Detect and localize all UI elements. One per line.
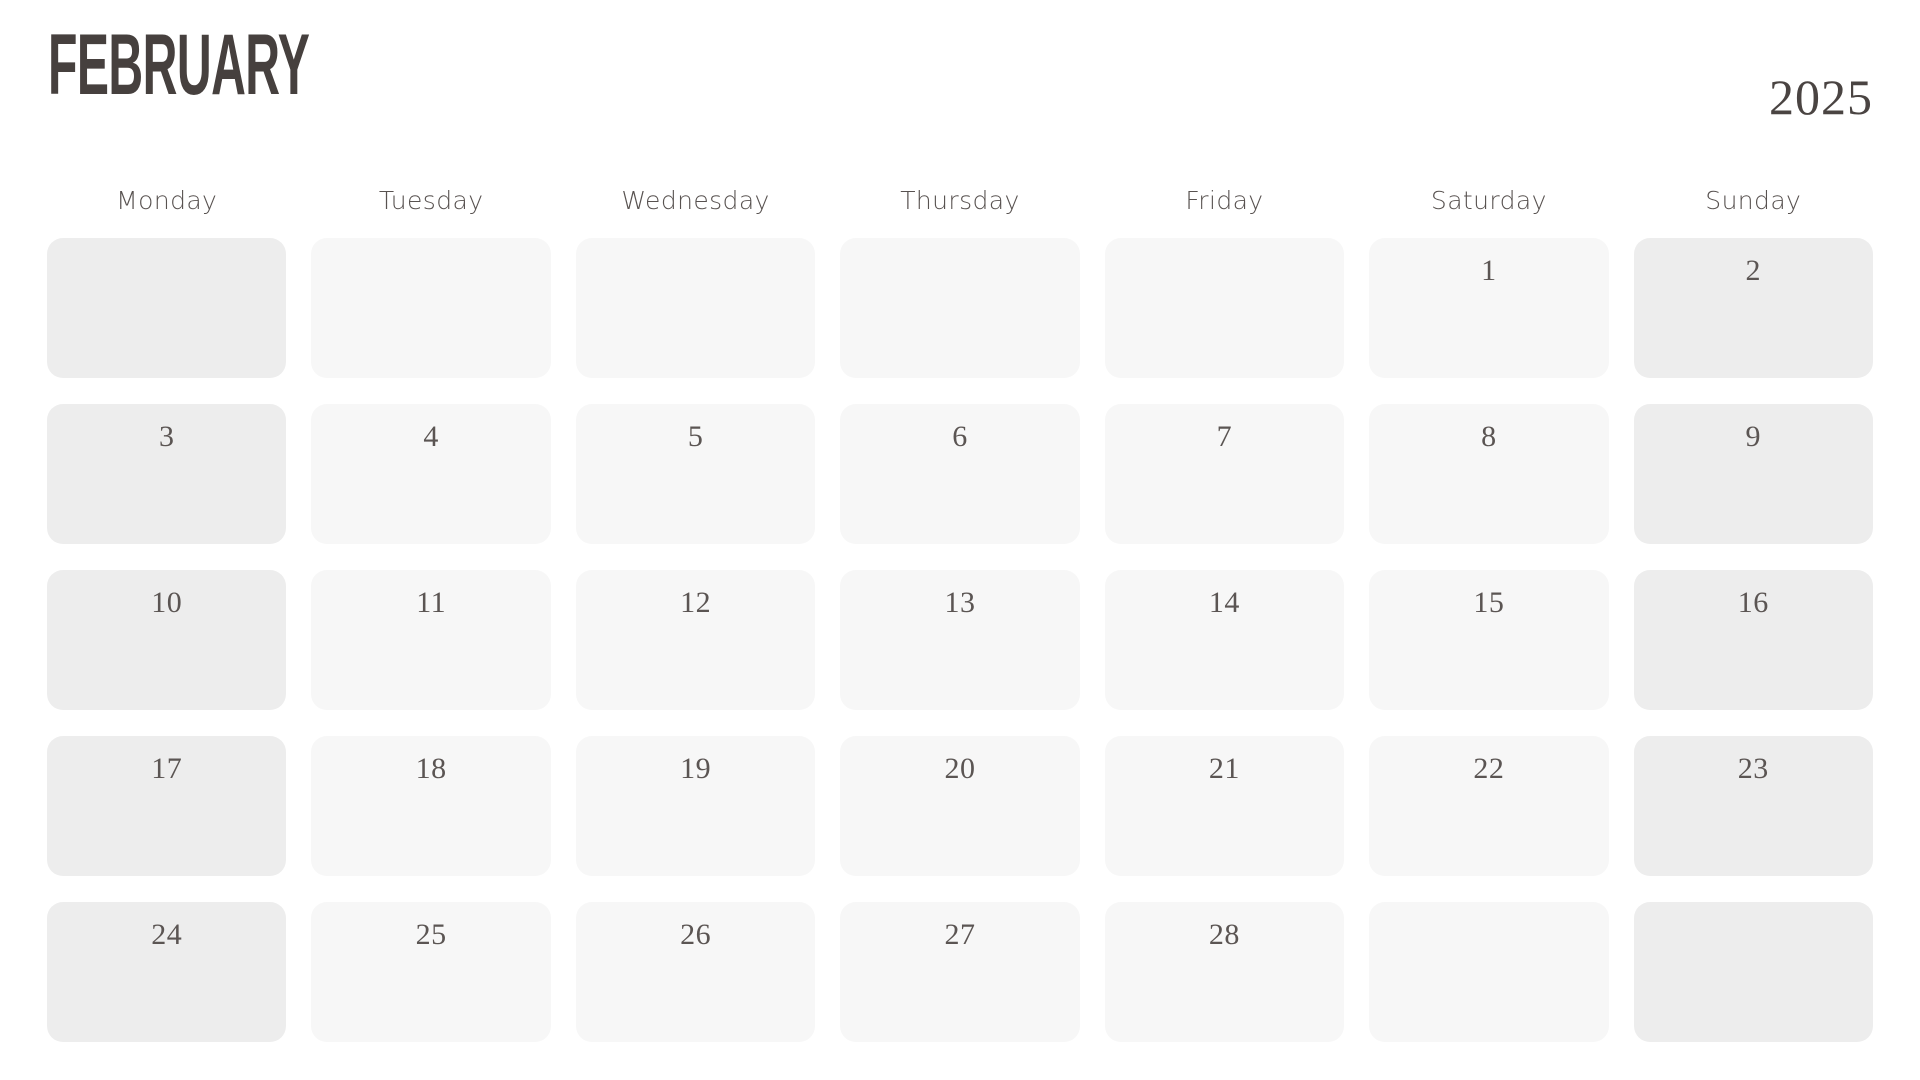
day-number: 20 bbox=[944, 752, 976, 785]
day-cell[interactable]: 20 bbox=[840, 736, 1080, 876]
day-number: 15 bbox=[1473, 586, 1505, 619]
day-number: 4 bbox=[423, 420, 439, 453]
day-cell[interactable]: 9 bbox=[1633, 404, 1873, 544]
day-cell-empty[interactable] bbox=[575, 238, 816, 378]
day-cell[interactable]: 5 bbox=[575, 404, 816, 544]
day-number: 21 bbox=[1208, 752, 1240, 785]
day-cell[interactable]: 10 bbox=[47, 570, 287, 710]
calendar-grid: 1 2 3 4 5 6 7 8 9 10 11 12 13 14 15 16 17 18 19 20 21 22 23 24 2… bbox=[47, 238, 1873, 1042]
day-cell-empty[interactable] bbox=[1633, 902, 1873, 1042]
day-number: 8 bbox=[1481, 420, 1497, 453]
day-number: 19 bbox=[680, 752, 712, 785]
day-cell[interactable]: 12 bbox=[575, 570, 816, 710]
day-cell-empty[interactable] bbox=[840, 238, 1080, 378]
day-cell[interactable]: 28 bbox=[1104, 902, 1345, 1042]
year-label: 2025 bbox=[1769, 69, 1873, 125]
weekday-header-thursday: Thursday bbox=[900, 186, 1020, 215]
day-number: 1 bbox=[1481, 254, 1497, 287]
day-cell[interactable]: 22 bbox=[1369, 736, 1609, 876]
day-cell[interactable]: 27 bbox=[840, 902, 1080, 1042]
weekday-header-row: Monday Tuesday Wednesday Thursday Friday Satu… bbox=[47, 182, 1873, 220]
weekday-header-monday: Monday bbox=[116, 186, 218, 215]
day-number: 22 bbox=[1473, 752, 1505, 785]
day-number: 24 bbox=[151, 918, 183, 951]
day-cell[interactable]: 11 bbox=[311, 570, 551, 710]
day-cell[interactable]: 1 bbox=[1369, 238, 1609, 378]
day-cell[interactable]: 3 bbox=[47, 404, 287, 544]
day-cell[interactable]: 15 bbox=[1369, 570, 1609, 710]
day-cell-empty[interactable] bbox=[311, 238, 551, 378]
day-number: 25 bbox=[415, 918, 447, 951]
day-number: 17 bbox=[151, 752, 183, 785]
day-cell[interactable]: 8 bbox=[1369, 404, 1609, 544]
weekday-header-saturday: Saturday bbox=[1430, 186, 1547, 215]
day-number: 16 bbox=[1737, 586, 1769, 619]
day-number: 14 bbox=[1208, 586, 1240, 619]
day-cell[interactable]: 21 bbox=[1104, 736, 1345, 876]
day-cell[interactable]: 23 bbox=[1633, 736, 1873, 876]
day-cell[interactable]: 24 bbox=[47, 902, 287, 1042]
day-number: 10 bbox=[151, 586, 183, 619]
day-cell[interactable]: 7 bbox=[1104, 404, 1345, 544]
weekday-header-tuesday: Tuesday bbox=[378, 186, 484, 215]
page-title: FEBRUARY bbox=[48, 17, 310, 113]
day-cell[interactable]: 14 bbox=[1104, 570, 1345, 710]
day-cell[interactable]: 19 bbox=[575, 736, 816, 876]
day-number: 7 bbox=[1216, 420, 1233, 453]
day-number: 23 bbox=[1737, 752, 1769, 785]
day-cell[interactable]: 2 bbox=[1633, 238, 1873, 378]
day-cell-empty[interactable] bbox=[1104, 238, 1345, 378]
day-number: 6 bbox=[952, 420, 968, 453]
day-number: 13 bbox=[944, 586, 976, 619]
day-cell[interactable]: 13 bbox=[840, 570, 1080, 710]
day-cell[interactable]: 16 bbox=[1633, 570, 1873, 710]
day-number: 5 bbox=[687, 420, 704, 453]
day-number: 11 bbox=[416, 586, 447, 619]
day-number: 3 bbox=[158, 420, 175, 453]
day-cell[interactable]: 25 bbox=[311, 902, 551, 1042]
calendar-header: FEBRUARY 2025 bbox=[0, 0, 1920, 190]
day-number: 9 bbox=[1745, 420, 1762, 453]
day-number: 12 bbox=[680, 586, 712, 619]
weekday-header-wednesday: Wednesday bbox=[621, 186, 770, 215]
day-number: 2 bbox=[1745, 254, 1762, 287]
day-cell[interactable]: 26 bbox=[575, 902, 816, 1042]
weekday-header-friday: Friday bbox=[1185, 186, 1264, 215]
day-cell-empty[interactable] bbox=[47, 238, 287, 378]
day-cell[interactable]: 18 bbox=[311, 736, 551, 876]
weekday-header-sunday: Sunday bbox=[1705, 186, 1802, 215]
day-cell[interactable]: 6 bbox=[840, 404, 1080, 544]
day-number: 27 bbox=[944, 918, 976, 951]
day-number: 26 bbox=[680, 918, 712, 951]
day-cell[interactable]: 4 bbox=[311, 404, 551, 544]
day-cell-empty[interactable] bbox=[1369, 902, 1609, 1042]
day-number: 28 bbox=[1208, 918, 1240, 951]
day-number: 18 bbox=[415, 752, 447, 785]
day-cell[interactable]: 17 bbox=[47, 736, 287, 876]
